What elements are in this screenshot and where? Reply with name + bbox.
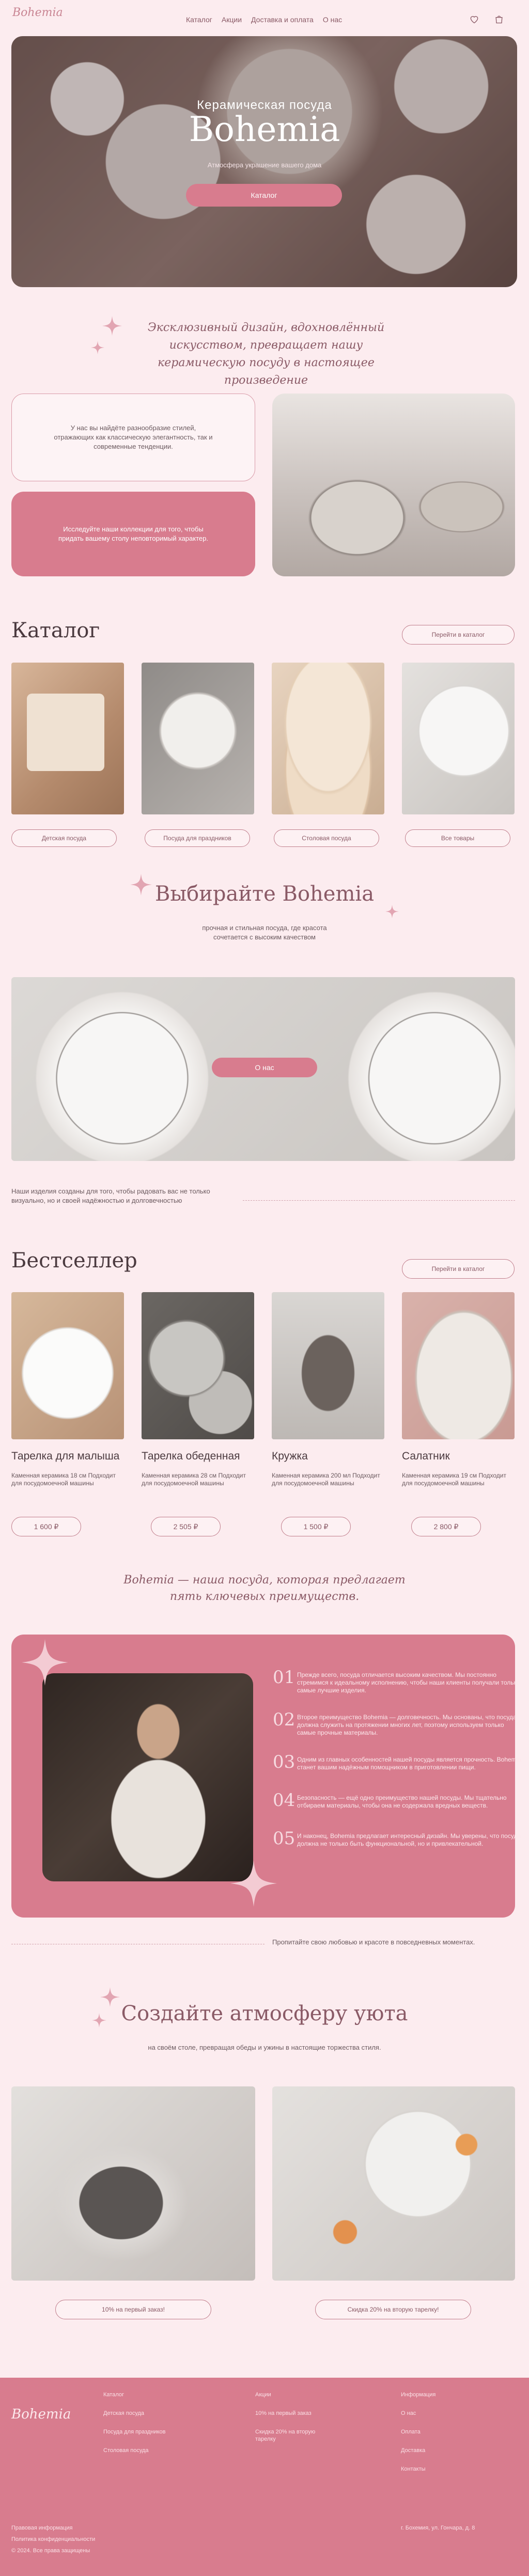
footer-link[interactable]: 10% на первый заказ [255,2410,328,2417]
catalog-holiday-button[interactable]: Посуда для праздников [145,829,250,847]
footer-link[interactable]: Каталог [103,2391,166,2398]
cups-photo [272,394,515,576]
nav-catalog[interactable]: Каталог [186,15,212,24]
advantage-02-number: 02 [273,1709,295,1730]
about-us-button[interactable]: О нас [212,1058,317,1077]
sparkle-icon [385,905,399,918]
table-setting-photo [11,2086,255,2281]
plates-oranges-photo [272,2086,515,2281]
footer-link[interactable]: Контакты [401,2465,435,2473]
catalog-holiday-image[interactable] [142,663,254,814]
promo-second-plate-button[interactable]: Скидка 20% на вторую тарелку! [315,2300,471,2319]
catalog-kids-button[interactable]: Детская посуда [11,829,117,847]
nav-promotions[interactable]: Акции [222,15,242,24]
footer-link[interactable]: Правовая информация [11,2524,95,2532]
catalog-all-image[interactable] [402,663,515,814]
product-mug-name[interactable]: Кружка [272,1450,308,1463]
catalog-tableware-button[interactable]: Столовая посуда [274,829,379,847]
potter-photo [42,1673,253,1881]
catalog-all-button[interactable]: Все товары [405,829,510,847]
catalog-go-button[interactable]: Перейти в каталог [402,625,515,645]
advantage-03-text: Одним из главных особенностей нашей посу… [297,1756,522,1771]
advantage-04-number: 04 [273,1790,295,1811]
about-card-styles: У нас вы найдёте разнообразие стилей, от… [11,394,255,481]
main-nav: Каталог Акции Доставка и оплата О нас [186,15,342,24]
sparkle-icon [91,341,104,354]
choose-subtitle: прочная и стильная посуда, где красота с… [202,924,327,941]
promo-first-order-button[interactable]: 10% на первый заказ! [55,2300,211,2319]
footer-link[interactable]: Посуда для праздников [103,2428,166,2436]
footer-link[interactable]: Столовая посуда [103,2447,166,2454]
sparkle-icon [102,316,122,336]
sparkle-icon [230,1860,277,1907]
product-kids-plate-desc: Каменная керамика 18 см Подходит для пос… [11,1472,116,1487]
product-kids-plate-image[interactable] [11,1292,124,1439]
advantage-02-text: Второе преимущество Bohemia — долговечно… [297,1714,517,1736]
bestseller-title: Бестселлер [11,1249,137,1273]
product-dinner-plate-name[interactable]: Тарелка обеденная [142,1450,240,1463]
product-mug-image[interactable] [272,1292,384,1439]
product-dinner-plate-image[interactable] [142,1292,254,1439]
bestseller-go-button[interactable]: Перейти в каталог [402,1259,515,1279]
footer-col-catalog: Каталог Детская посуда Посуда для праздн… [103,2391,166,2454]
advantages-note: Пропитайте свою любовью и красоте в повс… [272,1938,475,1946]
product-kids-plate-name[interactable]: Тарелка для малыша [11,1450,119,1463]
product-mug-price[interactable]: 1 500 ₽ [281,1517,351,1536]
product-mug-desc: Каменная керамика 200 мл Подходит для по… [272,1472,380,1487]
footer-copyright: © 2024. Все права защищены [11,2548,90,2554]
advantage-03-number: 03 [273,1752,295,1772]
heart-icon[interactable] [469,14,479,24]
intro-text: Эксклюзивный дизайн, вдохновлённый искус… [147,321,385,387]
footer-link[interactable]: Детская посуда [103,2410,166,2417]
nav-about[interactable]: О нас [323,15,342,24]
advantage-05-text: И наконец, Bohemia предлагает интересный… [297,1832,521,1847]
advantage-05-number: 05 [273,1828,295,1849]
logo[interactable]: Bohemia [12,6,63,19]
cozy-title: Создайте атмосферу уюта [121,2002,408,2025]
catalog-kids-image[interactable] [11,663,124,814]
product-dinner-plate-desc: Каменная керамика 28 см Подходит для пос… [142,1472,246,1487]
about-card-collections-text: Исследуйте наши коллекции для того, чтоб… [58,525,208,542]
footer-col-info: Информация О нас Оплата Доставка Контакт… [401,2391,435,2473]
product-salad-bowl-name[interactable]: Салатник [402,1450,450,1463]
product-salad-bowl-price[interactable]: 2 800 ₽ [411,1517,481,1536]
choose-title: Выбирайте Bohemia [154,882,375,906]
product-kids-plate-price[interactable]: 1 600 ₽ [11,1517,81,1536]
footer-link[interactable]: Акции [255,2391,328,2398]
advantage-04-text: Безопасность — ещё одно преимущество наш… [297,1794,507,1809]
divider [243,1200,515,1201]
footer-col-promos: Акции 10% на первый заказ Скидка 20% на … [255,2391,328,2443]
product-dinner-plate-price[interactable]: 2 505 ₽ [151,1517,221,1536]
footer-link[interactable]: Политика конфиденциальности [11,2536,95,2543]
footer-logo[interactable]: Bohemia [11,2407,71,2422]
nav-delivery[interactable]: Доставка и оплата [251,15,314,24]
footer-link[interactable]: О нас [401,2410,435,2417]
hero-catalog-button[interactable]: Каталог [186,184,342,207]
about-card-styles-text: У нас вы найдёте разнообразие стилей, от… [54,424,213,450]
footer-link[interactable]: Оплата [401,2428,435,2436]
about-card-collections: Исследуйте наши коллекции для того, чтоб… [11,492,255,576]
choose-note: Наши изделия созданы для того, чтобы рад… [11,1187,210,1204]
cozy-subtitle: на своём столе, превращая обеды и ужины … [148,2044,381,2051]
catalog-tableware-image[interactable] [272,663,384,814]
advantage-01-text: Прежде всего, посуда отличается высоким … [297,1671,520,1694]
footer-link[interactable]: Доставка [401,2447,435,2454]
hero-tagline: Атмосфера украшение вашего дома [207,161,322,169]
footer-link[interactable]: Скидка 20% на вторую тарелку [255,2428,328,2443]
footer-legal: Правовая информация Политика конфиденциа… [11,2524,95,2554]
footer-address: г. Бохемия, ул. Гончара, д. 8 [401,2525,475,2531]
product-salad-bowl-desc: Каменная керамика 19 см Подходит для пос… [402,1472,507,1487]
advantage-01-number: 01 [273,1667,295,1688]
catalog-title: Каталог [11,619,100,642]
advantages-title: Bohemia — наша посуда, которая предлагае… [123,1574,406,1603]
product-salad-bowl-image[interactable] [402,1292,515,1439]
bag-icon[interactable] [494,13,504,24]
sparkle-icon [22,1639,68,1686]
footer-link[interactable]: Информация [401,2391,435,2398]
hero-title: Bohemia [189,109,340,149]
